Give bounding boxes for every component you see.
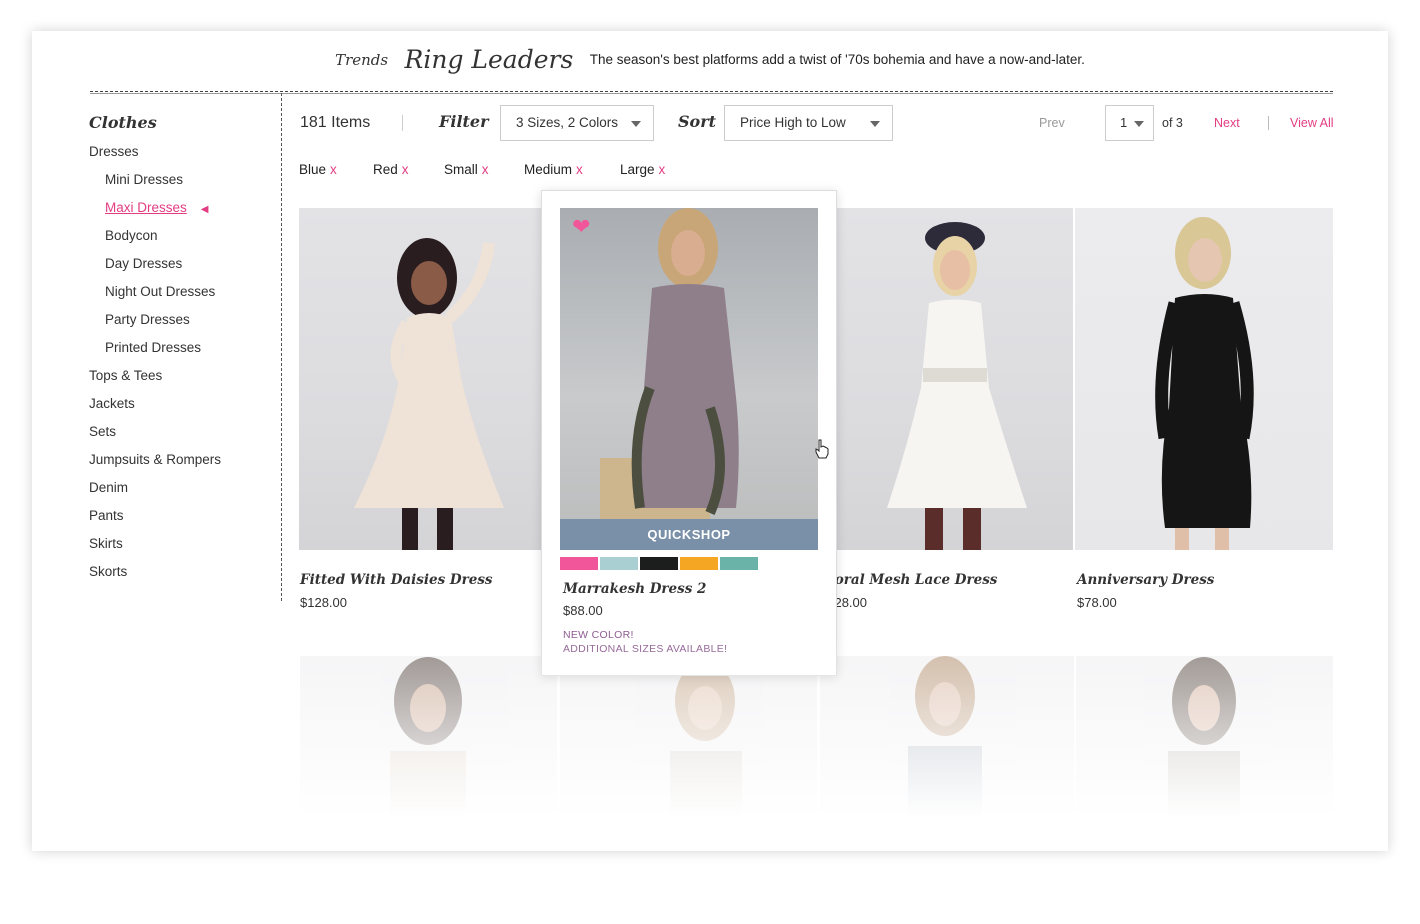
product-name[interactable]: Floral Mesh Lace Dress	[820, 572, 997, 588]
remove-filter-icon[interactable]: x	[402, 162, 409, 177]
product-price: $78.00	[1077, 595, 1117, 610]
chevron-down-icon	[1134, 121, 1144, 127]
page-total: of 3	[1162, 116, 1183, 130]
product-name[interactable]: Marrakesh Dress 2	[563, 581, 706, 597]
page-number: 1	[1120, 115, 1128, 130]
sort-dropdown[interactable]: Price High to Low	[724, 105, 893, 141]
filter-chip-small: Small x	[444, 162, 489, 177]
sidebar-title: Clothes	[89, 113, 157, 132]
quickshop-button[interactable]: QUICKSHOP	[560, 519, 818, 550]
sidebar-item-jackets[interactable]: Jackets	[89, 394, 279, 422]
favorite-heart-icon[interactable]: ❤	[572, 216, 590, 238]
color-swatch-light-blue[interactable]	[600, 557, 638, 570]
trend-banner[interactable]: Trends Ring Leaders The season's best pl…	[32, 45, 1388, 74]
trend-label: Trends	[335, 50, 389, 69]
filter-chip-red: Red x	[373, 162, 409, 177]
sidebar-item-maxi-dresses[interactable]: Maxi Dresses ◀	[89, 198, 279, 226]
header-divider	[90, 91, 1333, 94]
sidebar-item-printed-dresses[interactable]: Printed Dresses	[89, 338, 279, 366]
product-listing-page: Trends Ring Leaders The season's best pl…	[32, 31, 1388, 851]
color-swatch-orange[interactable]	[680, 557, 718, 570]
sizes-available-note: ADDITIONAL SIZES AVAILABLE!	[563, 643, 728, 655]
product-image[interactable]	[820, 656, 1074, 851]
product-name[interactable]: Fitted With Daisies Dress	[300, 572, 493, 588]
chevron-down-icon	[631, 121, 641, 127]
sidebar-item-mini-dresses[interactable]: Mini Dresses	[89, 170, 279, 198]
color-swatch-teal[interactable]	[720, 557, 758, 570]
sidebar-divider	[281, 93, 282, 601]
sidebar-item-day-dresses[interactable]: Day Dresses	[89, 254, 279, 282]
new-color-note: NEW COLOR!	[563, 629, 634, 641]
sidebar-item-party-dresses[interactable]: Party Dresses	[89, 310, 279, 338]
next-page-link[interactable]: Next	[1214, 116, 1240, 130]
sidebar-item-skirts[interactable]: Skirts	[89, 534, 279, 562]
quickshop-card[interactable]: ❤ QUICKSHOP Marrakesh Dress 2 $88.00 NEW…	[541, 190, 837, 676]
product-image[interactable]	[1076, 656, 1333, 851]
sidebar-item-bodycon[interactable]: Bodycon	[89, 226, 279, 254]
sidebar-item-sets[interactable]: Sets	[89, 422, 279, 450]
category-sidebar: Clothes Dresses Mini Dresses Maxi Dresse…	[89, 113, 279, 590]
product-image[interactable]	[1075, 208, 1333, 550]
sort-label: Sort	[678, 112, 717, 131]
filter-dropdown[interactable]: 3 Sizes, 2 Colors	[500, 105, 654, 141]
prev-page-link[interactable]: Prev	[1039, 116, 1065, 130]
listing-toolbar: 181 Items Filter 3 Sizes, 2 Colors Sort …	[300, 105, 1340, 141]
filter-value: 3 Sizes, 2 Colors	[516, 115, 619, 130]
category-list: Dresses Mini Dresses Maxi Dresses ◀ Bodyc…	[89, 142, 279, 590]
toolbar-separator	[402, 115, 403, 131]
color-swatch-black[interactable]	[640, 557, 678, 570]
sort-value: Price High to Low	[740, 115, 846, 130]
sidebar-item-pants[interactable]: Pants	[89, 506, 279, 534]
chevron-down-icon	[870, 121, 880, 127]
filter-label: Filter	[439, 112, 489, 131]
quickshop-product-image[interactable]: ❤	[560, 208, 818, 520]
product-image[interactable]	[300, 656, 557, 851]
filter-chip-large: Large x	[620, 162, 666, 177]
trend-description: The season's best platforms add a twist …	[589, 52, 1085, 67]
product-price: $128.00	[300, 595, 347, 610]
sidebar-item-denim[interactable]: Denim	[89, 478, 279, 506]
page-select[interactable]: 1	[1105, 105, 1154, 141]
remove-filter-icon[interactable]: x	[576, 162, 583, 177]
color-swatch-pink[interactable]	[560, 557, 598, 570]
sidebar-item-dresses[interactable]: Dresses	[89, 142, 279, 170]
filter-chip-blue: Blue x	[299, 162, 337, 177]
sidebar-item-jumpsuits-rompers[interactable]: Jumpsuits & Rompers	[89, 450, 279, 478]
product-image[interactable]	[299, 208, 557, 550]
sidebar-item-night-out-dresses[interactable]: Night Out Dresses	[89, 282, 279, 310]
view-all-link[interactable]: View All	[1290, 116, 1334, 130]
remove-filter-icon[interactable]: x	[330, 162, 337, 177]
product-price: $88.00	[563, 603, 603, 618]
product-name[interactable]: Anniversary Dress	[1077, 572, 1214, 588]
item-count: 181 Items	[300, 114, 371, 131]
product-image[interactable]	[560, 656, 817, 851]
remove-filter-icon[interactable]: x	[659, 162, 666, 177]
sidebar-item-tops-tees[interactable]: Tops & Tees	[89, 366, 279, 394]
active-indicator-icon: ◀	[200, 204, 209, 215]
trend-title[interactable]: Ring Leaders	[405, 45, 574, 74]
filter-chip-medium: Medium x	[524, 162, 583, 177]
pager-separator	[1268, 116, 1269, 130]
hand-cursor-icon	[815, 439, 829, 459]
remove-filter-icon[interactable]: x	[482, 162, 489, 177]
sidebar-item-skorts[interactable]: Skorts	[89, 562, 279, 590]
product-image[interactable]	[817, 208, 1073, 550]
